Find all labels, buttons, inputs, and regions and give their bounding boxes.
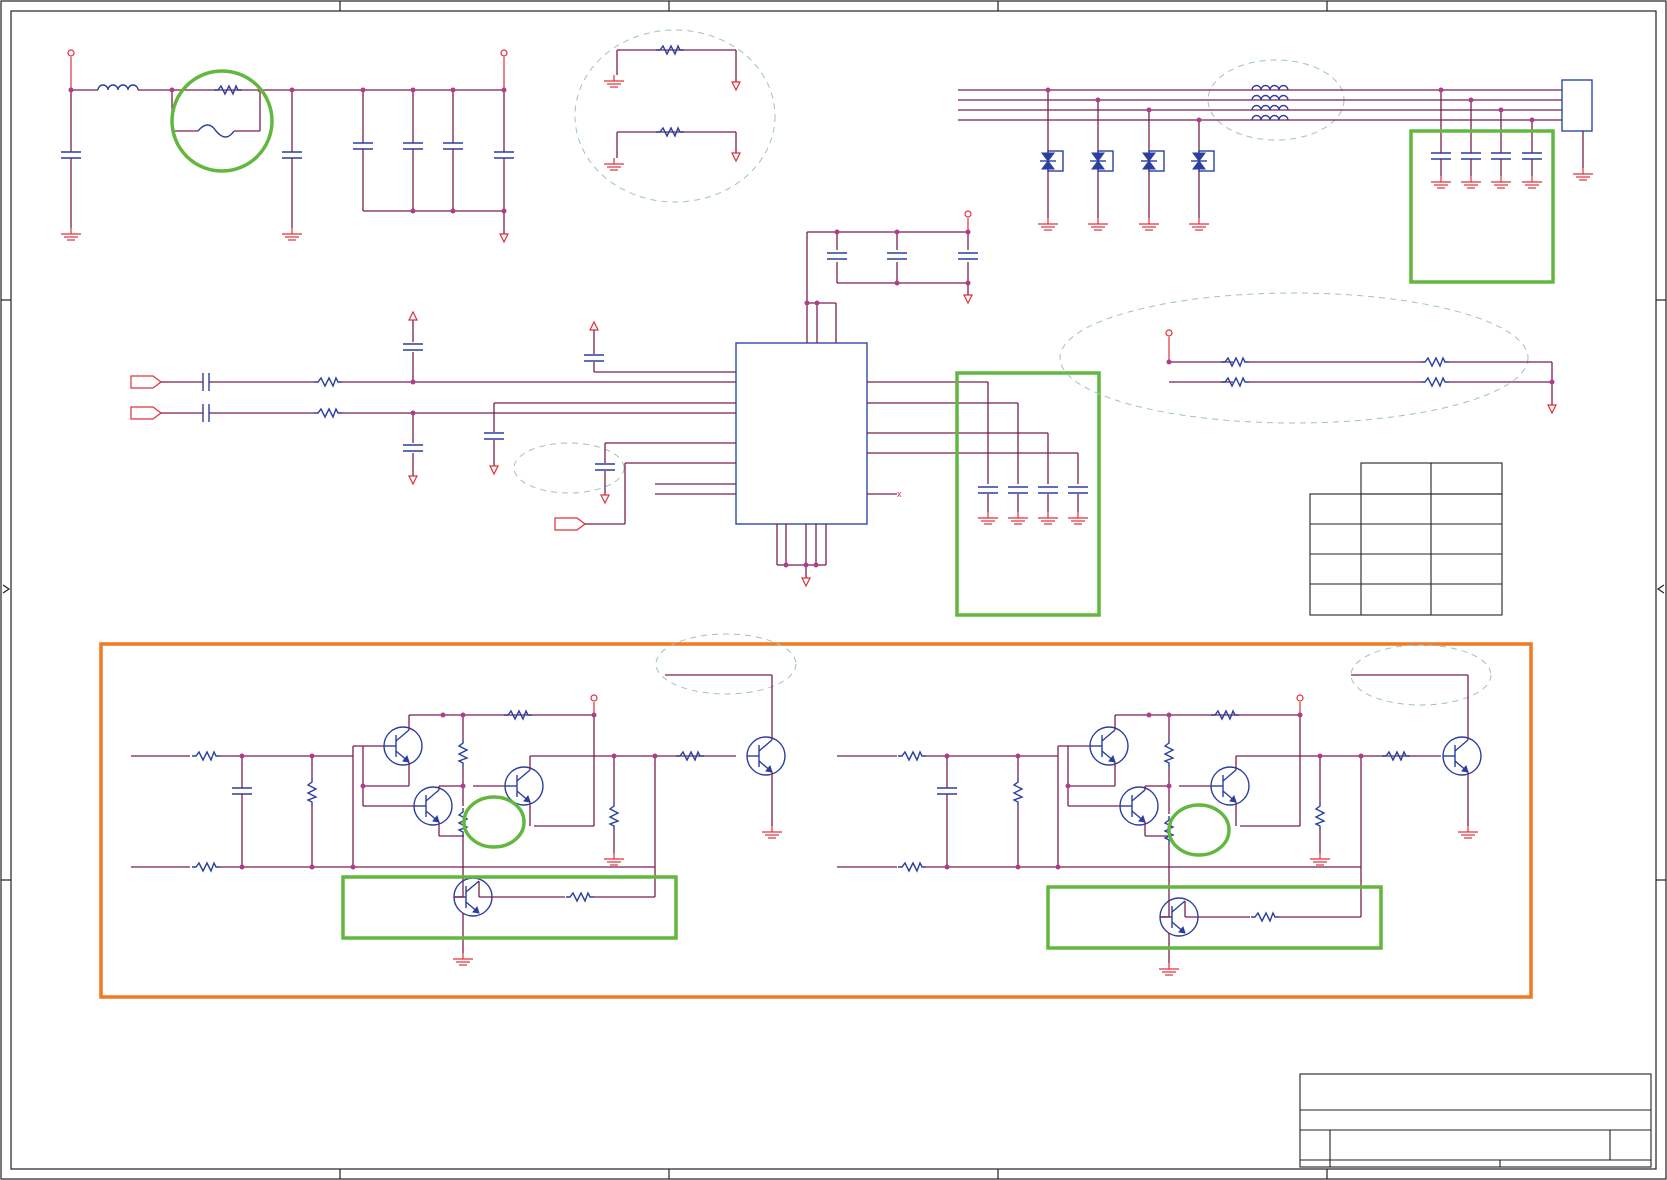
input-channels [130,311,736,531]
inductor-icon [97,84,139,91]
tvs-diode-icon [1140,150,1165,172]
connector-icon [1561,79,1593,132]
svg-text:x: x [897,489,902,499]
tvs-diode-icon [1039,150,1064,172]
highlight-transistor-left [341,875,678,940]
transistor-icon [1442,736,1482,776]
highlight-output-stage [99,642,1533,999]
tvs-diode-icon [1190,150,1215,172]
schematic-diagram: x [0,0,1667,1180]
ic-body [735,342,868,525]
ic-supply-caps [804,210,979,343]
highlight-fuse [170,69,274,173]
pulldown-resistors [574,29,776,203]
bus-protection [958,59,1594,231]
pin-table [1309,462,1503,616]
fuse-icon [197,124,235,138]
divider [1059,292,1557,424]
transistor-icon [413,786,453,826]
transistor-icon [1210,766,1250,806]
common-mode-choke-icon [1251,84,1289,121]
controller-ic: x [735,342,902,587]
input-port-icon [130,375,162,389]
highlight-resistor-right [1167,803,1231,857]
transistor-icon [383,726,423,766]
input-port-icon [130,406,162,420]
transistor-icon [1089,726,1129,766]
input-filter [60,49,515,243]
tvs-diode-icon [1089,150,1114,172]
output-filter [867,381,1089,525]
transistor-icon [1119,786,1159,826]
transistor-icon [746,736,786,776]
sheet-frame [0,0,1667,1180]
output-stage-right [837,644,1492,976]
input-port-icon [554,517,586,531]
title-block [1299,1073,1652,1168]
highlight-resistor-left [462,795,526,849]
output-stage-left [131,633,797,966]
